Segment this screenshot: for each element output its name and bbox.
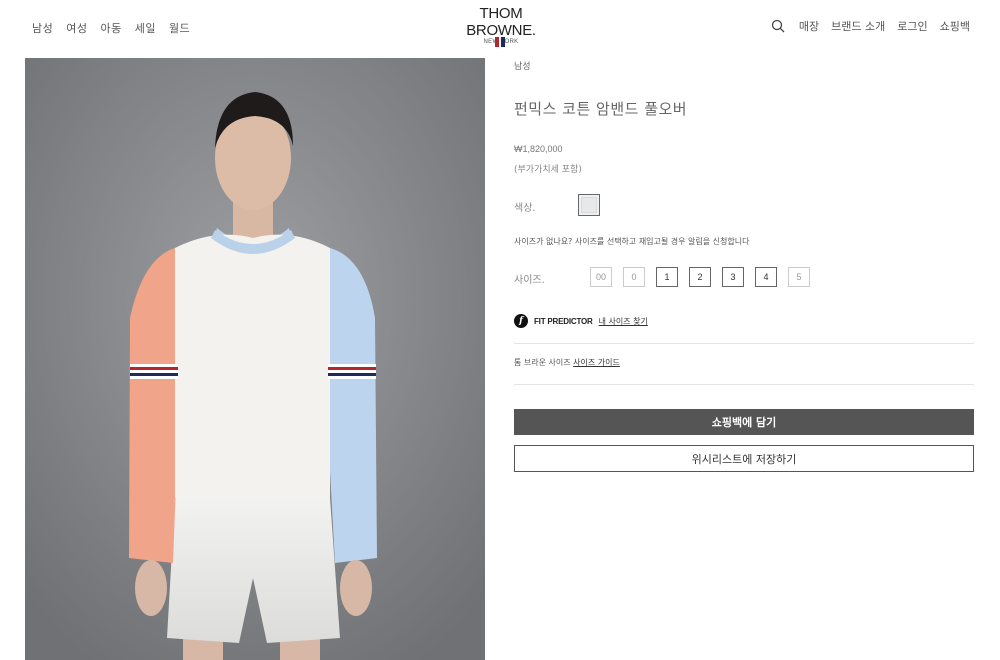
size-selector: 00 0 1 2 3 4 5 bbox=[590, 267, 810, 287]
divider bbox=[514, 384, 974, 385]
size-option-4[interactable]: 4 bbox=[755, 267, 777, 287]
site-header: 남성 여성 아동 세일 월드 THOM BROWNE. NEW YORK 매장 … bbox=[0, 0, 1000, 56]
fit-predictor: f FIT PREDICTOR 내 사이즈 찾기 bbox=[514, 314, 648, 328]
size-option-0[interactable]: 0 bbox=[623, 267, 645, 287]
nav-item-brand[interactable]: 브랜드 소개 bbox=[831, 18, 885, 34]
utility-nav: 매장 브랜드 소개 로그인 쇼핑백 bbox=[771, 18, 970, 34]
size-guide-row: 톰 브라운 사이즈 사이즈 가이드 bbox=[514, 357, 620, 368]
breadcrumb-category[interactable]: 남성 bbox=[514, 59, 531, 72]
size-option-1[interactable]: 1 bbox=[656, 267, 678, 287]
nav-item-shopping-bag[interactable]: 쇼핑백 bbox=[940, 18, 970, 34]
find-my-size-link[interactable]: 내 사이즈 찾기 bbox=[599, 316, 648, 327]
fit-predictor-label: FIT PREDICTOR bbox=[534, 316, 593, 326]
fit-predictor-icon: f bbox=[514, 314, 528, 328]
search-icon[interactable] bbox=[771, 19, 785, 33]
flag-icon bbox=[495, 37, 507, 47]
nav-item-store[interactable]: 매장 bbox=[799, 18, 819, 34]
product-price: ₩1,820,000 bbox=[514, 144, 563, 154]
restock-notify-text[interactable]: 사이즈가 없나요? 사이즈를 선택하고 재입고될 경우 알림을 신청합니다 bbox=[514, 236, 749, 247]
main-nav: 남성 여성 아동 세일 월드 bbox=[32, 20, 190, 36]
nav-item-women[interactable]: 여성 bbox=[66, 20, 87, 36]
tax-note: (부가가치세 포함) bbox=[514, 165, 582, 175]
nav-item-men[interactable]: 남성 bbox=[32, 20, 53, 36]
size-option-5[interactable]: 5 bbox=[788, 267, 810, 287]
size-option-2[interactable]: 2 bbox=[689, 267, 711, 287]
size-option-3[interactable]: 3 bbox=[722, 267, 744, 287]
size-guide-link[interactable]: 사이즈 가이드 bbox=[573, 358, 620, 367]
nav-item-kids[interactable]: 아동 bbox=[101, 20, 122, 36]
color-swatch[interactable] bbox=[578, 194, 600, 216]
logo-wordmark: THOM BROWNE. bbox=[466, 5, 536, 39]
divider bbox=[514, 343, 974, 344]
size-option-00[interactable]: 00 bbox=[590, 267, 612, 287]
product-title: 펀믹스 코튼 암밴드 풀오버 bbox=[514, 100, 688, 118]
color-label: 색상. bbox=[514, 203, 536, 214]
size-guide-prefix: 톰 브라운 사이즈 bbox=[514, 358, 571, 367]
size-label: 사이즈. bbox=[514, 275, 545, 286]
nav-item-sale[interactable]: 세일 bbox=[135, 20, 156, 36]
product-image[interactable] bbox=[25, 58, 485, 660]
add-to-bag-button[interactable]: 쇼핑백에 담기 bbox=[514, 409, 974, 435]
add-to-wishlist-button[interactable]: 위시리스트에 저장하기 bbox=[514, 445, 974, 472]
nav-item-login[interactable]: 로그인 bbox=[897, 18, 927, 34]
nav-item-world[interactable]: 월드 bbox=[169, 20, 190, 36]
